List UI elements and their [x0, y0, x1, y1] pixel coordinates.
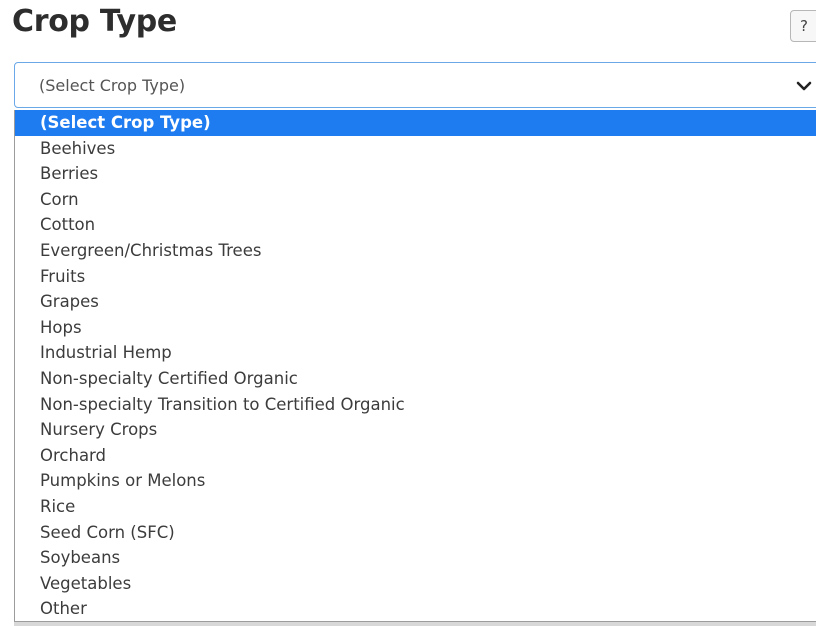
dropdown-option[interactable]: Non-specialty Certified Organic	[15, 366, 816, 392]
dropdown-option[interactable]: Seed Corn (SFC)	[15, 520, 816, 546]
dropdown-option[interactable]: Industrial Hemp	[15, 340, 816, 366]
dropdown-option[interactable]: Cotton	[15, 212, 816, 238]
chevron-down-icon	[796, 81, 812, 91]
dropdown-option[interactable]: Other	[15, 596, 816, 621]
dropdown-option[interactable]: Soybeans	[15, 545, 816, 571]
dropdown-option[interactable]: Vegetables	[15, 571, 816, 597]
dropdown-option[interactable]: Nursery Crops	[15, 417, 816, 443]
dropdown-option[interactable]: Orchard	[15, 443, 816, 469]
dropdown-option[interactable]: Grapes	[15, 289, 816, 315]
dropdown-option[interactable]: (Select Crop Type)	[15, 110, 816, 136]
divider	[14, 622, 816, 626]
crop-type-select[interactable]: (Select Crop Type)	[14, 62, 816, 108]
dropdown-option[interactable]: Hops	[15, 315, 816, 341]
dropdown-option[interactable]: Corn	[15, 187, 816, 213]
dropdown-option[interactable]: Fruits	[15, 264, 816, 290]
dropdown-option[interactable]: Pumpkins or Melons	[15, 468, 816, 494]
dropdown-option[interactable]: Rice	[15, 494, 816, 520]
help-button[interactable]: ?	[790, 10, 816, 42]
dropdown-option[interactable]: Non-specialty Transition to Certified Or…	[15, 392, 816, 418]
select-current-value: (Select Crop Type)	[39, 76, 186, 95]
crop-type-form: Crop Type ? (Select Crop Type) (Select C…	[0, 0, 816, 626]
dropdown-option[interactable]: Beehives	[15, 136, 816, 162]
dropdown-option[interactable]: Berries	[15, 161, 816, 187]
crop-type-options-list: (Select Crop Type) Beehives Berries Corn Cot…	[14, 110, 816, 622]
page-title: Crop Type	[12, 4, 177, 39]
dropdown-option[interactable]: Evergreen/Christmas Trees	[15, 238, 816, 264]
